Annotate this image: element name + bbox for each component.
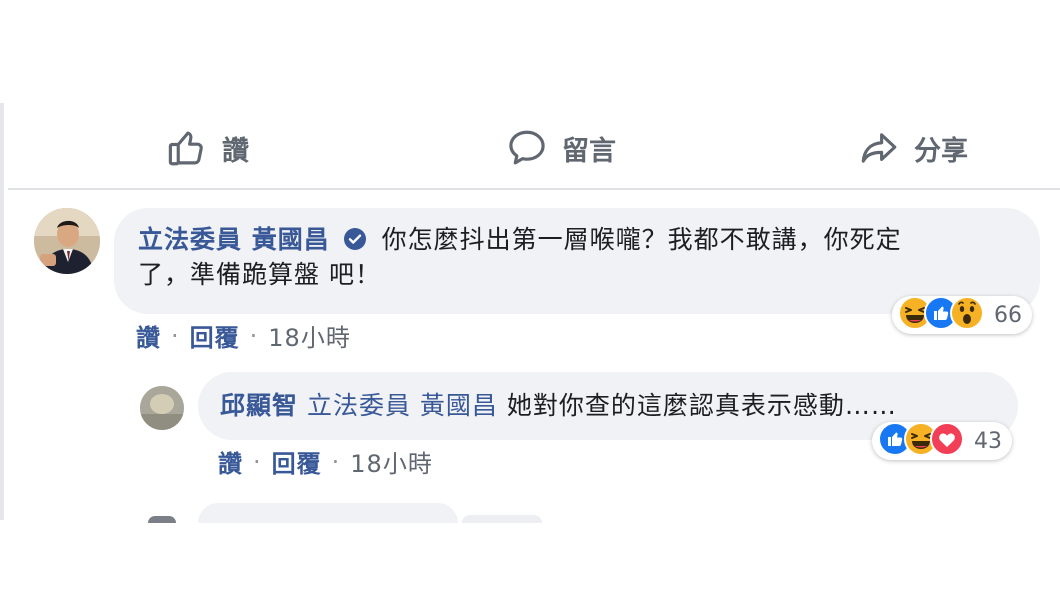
- meta-separator: ·: [171, 321, 180, 350]
- feed-left-border: [0, 103, 4, 520]
- comment-reply-link[interactable]: 回覆: [190, 318, 240, 353]
- avatar: [148, 516, 176, 523]
- comment-text-line2: 了，準備跪算盤 吧！: [138, 260, 381, 289]
- love-reaction-icon: [930, 422, 964, 460]
- reply-body: 邱顯智 立法委員 黃國昌 她對你查的這麼認真表示感動……: [220, 390, 1010, 422]
- next-reply-bubble-partial: [198, 503, 458, 523]
- reply-like-link[interactable]: 讚: [218, 444, 243, 479]
- like-action-button[interactable]: 讚: [166, 125, 249, 171]
- profile-photo-icon: [34, 208, 100, 274]
- share-action-button[interactable]: 分享: [858, 125, 968, 171]
- meta-separator: ·: [331, 447, 341, 476]
- reaction-summary[interactable]: 66: [892, 296, 1032, 334]
- reply-reply-link[interactable]: 回覆: [272, 444, 322, 479]
- wow-reaction-icon: [950, 296, 984, 334]
- action-bar-divider: [8, 188, 1060, 190]
- verified-badge-icon: [343, 227, 367, 259]
- share-arrow-icon: [858, 127, 900, 169]
- next-reply-reactions-partial: [462, 515, 542, 523]
- comment-action-button[interactable]: 留言: [506, 125, 616, 171]
- share-action-label: 分享: [914, 135, 968, 167]
- comment-bubble-icon: [506, 127, 548, 169]
- comment-text-line1: 你怎麼抖出第一層喉嚨？我都不敢講，你死定: [381, 225, 902, 254]
- reaction-summary[interactable]: 43: [872, 422, 1012, 460]
- comment-author[interactable]: 立法委員 黃國昌: [138, 225, 330, 254]
- reaction-count: 66: [994, 302, 1022, 328]
- reply-meta: 讚 · 回覆 · 18小時: [218, 444, 433, 479]
- reply-text: 她對你查的這麼認真表示感動……: [506, 391, 897, 420]
- like-action-label: 讚: [222, 135, 249, 167]
- meta-separator: ·: [253, 447, 262, 476]
- reply-timestamp[interactable]: 18小時: [350, 444, 433, 479]
- profile-photo-icon: [140, 386, 184, 430]
- comment-like-link[interactable]: 讚: [136, 318, 161, 353]
- avatar[interactable]: [140, 386, 184, 430]
- comment-action-label: 留言: [562, 135, 616, 167]
- reply-author[interactable]: 邱顯智: [220, 391, 298, 420]
- comment-meta: 讚 · 回覆 · 18小時: [136, 318, 351, 353]
- comment-body: 立法委員 黃國昌 你怎麼抖出第一層喉嚨？我都不敢講，你死定 了，準備跪算盤 吧！: [138, 224, 1028, 291]
- meta-separator: ·: [249, 321, 259, 350]
- reply-mention[interactable]: 立法委員 黃國昌: [307, 391, 498, 420]
- avatar[interactable]: [34, 208, 100, 274]
- thumbs-up-icon: [166, 127, 208, 169]
- reaction-count: 43: [974, 428, 1002, 454]
- comment-timestamp[interactable]: 18小時: [268, 318, 351, 353]
